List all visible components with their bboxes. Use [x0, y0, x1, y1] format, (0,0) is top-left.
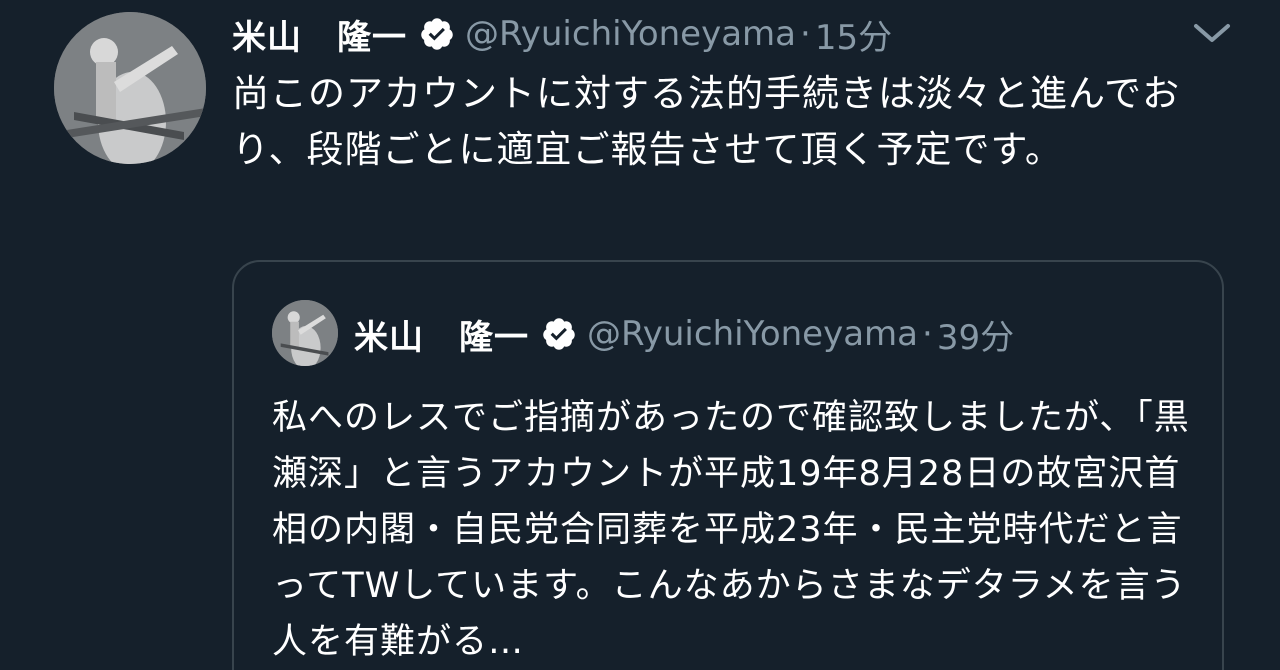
- timestamp[interactable]: 15分: [815, 10, 892, 59]
- avatar[interactable]: [54, 12, 206, 164]
- profile-photo-icon: [272, 300, 338, 366]
- quoted-timestamp: 39分: [936, 317, 1015, 358]
- profile-photo-icon: [54, 12, 206, 164]
- verified-badge-icon: [543, 318, 575, 350]
- tweet[interactable]: 米山 隆一 @RyuichiYoneyama · 15分 尚このアカウントに対す…: [0, 0, 1280, 670]
- verified-badge-icon: [421, 18, 453, 50]
- quoted-display-name: 米山 隆一: [354, 317, 529, 358]
- quoted-tweet-card[interactable]: 米山 隆一 @RyuichiYoneyama · 39分 私へのレスでご指摘があ…: [232, 260, 1224, 670]
- chevron-down-icon[interactable]: [1192, 18, 1232, 48]
- quoted-handle: @RyuichiYoneyama: [587, 314, 919, 354]
- quoted-avatar: [272, 300, 338, 366]
- separator-dot: ·: [800, 14, 811, 54]
- handle[interactable]: @RyuichiYoneyama: [465, 14, 796, 54]
- quoted-tweet-header: 米山 隆一 @RyuichiYoneyama · 39分: [354, 310, 1014, 358]
- quoted-tweet-text: 私へのレスでご指摘があったので確認致しましたが、「黒瀬深」と言うアカウントが平成…: [272, 398, 1190, 662]
- display-name[interactable]: 米山 隆一: [232, 10, 407, 59]
- tweet-text: 尚このアカウントに対する法的手続きは淡々と進んでおり、段階ごとに適宜ご報告させて…: [232, 72, 1181, 171]
- tweet-header: 米山 隆一 @RyuichiYoneyama · 15分: [232, 10, 892, 58]
- separator-dot: ·: [922, 314, 933, 354]
